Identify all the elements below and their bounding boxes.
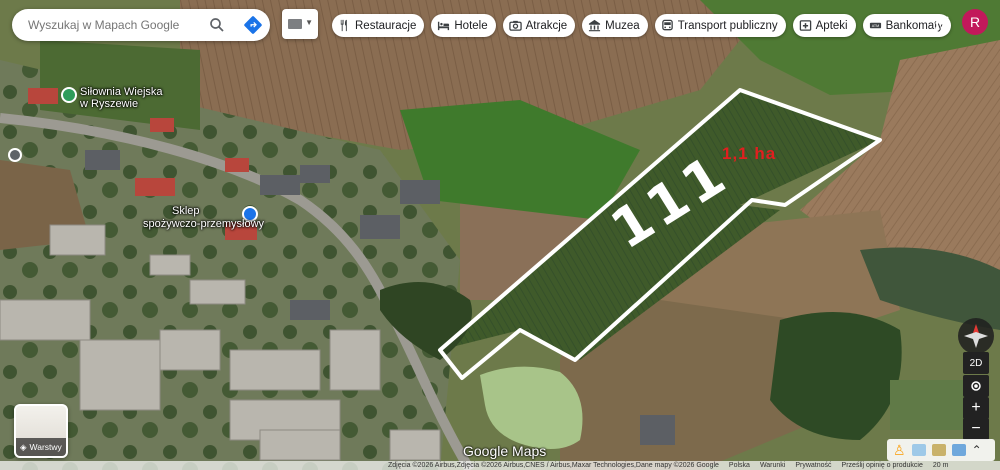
footer-link-feedback[interactable]: Prześlij opinię o produkcie bbox=[842, 462, 923, 469]
layers-bar: ◈ Warstwy bbox=[16, 438, 66, 456]
chevron-down-icon: ▼ bbox=[305, 18, 313, 27]
my-location-button[interactable] bbox=[963, 375, 989, 397]
fork-knife-icon bbox=[340, 19, 347, 32]
chip-label: Transport publiczny bbox=[677, 19, 778, 32]
camera-icon bbox=[508, 20, 522, 31]
thumbnail-icon[interactable] bbox=[931, 444, 946, 456]
pegman-icon[interactable]: ♙ bbox=[893, 442, 906, 459]
chip-restaurants[interactable]: Restauracje bbox=[332, 14, 425, 37]
account-avatar[interactable]: R bbox=[962, 9, 988, 35]
zoom-out-button[interactable]: − bbox=[963, 418, 989, 440]
pharmacy-icon bbox=[799, 20, 811, 31]
attribution-bar: Zdjęcia ©2026 Airbus,Zdjęcia ©2026 Airbu… bbox=[0, 461, 1000, 470]
tilt-2d-button[interactable]: 2D bbox=[963, 352, 989, 374]
footer-link-terms[interactable]: Warunki bbox=[760, 462, 785, 469]
chip-label: Apteki bbox=[815, 19, 848, 32]
imagery-credit: Zdjęcia ©2026 Airbus,Zdjęcia ©2026 Airbu… bbox=[388, 462, 719, 469]
chip-label: Restauracje bbox=[355, 19, 417, 32]
poi-name-line2: spożywczo-przemysłowy bbox=[143, 218, 265, 230]
svg-text:ATM: ATM bbox=[871, 24, 879, 28]
search-icon[interactable] bbox=[208, 16, 226, 34]
footer-link-country[interactable]: Polska bbox=[729, 462, 750, 469]
chip-attractions[interactable]: Atrakcje bbox=[502, 14, 576, 37]
directions-icon[interactable] bbox=[243, 15, 263, 35]
satellite-map[interactable] bbox=[0, 0, 1000, 470]
atm-icon: ATM bbox=[869, 22, 881, 29]
expand-icon[interactable]: ⌃ bbox=[972, 443, 982, 457]
poi-label-shop-line2[interactable]: spożywczo-przemysłowy bbox=[143, 218, 264, 230]
search-box[interactable] bbox=[12, 9, 270, 41]
apps-grid-icon[interactable] bbox=[935, 16, 949, 30]
layers-button[interactable]: ◈ Warstwy bbox=[14, 404, 68, 458]
zoom-in-button[interactable]: + bbox=[963, 397, 989, 419]
compass-icon bbox=[964, 324, 988, 348]
thumbnail-icon[interactable] bbox=[911, 444, 926, 456]
location-pin-icon[interactable] bbox=[8, 148, 22, 162]
scale-label: 20 m bbox=[932, 462, 949, 469]
poi-name-line1: Sklep bbox=[172, 205, 200, 217]
my-location-icon bbox=[971, 381, 981, 391]
google-maps-logo: Google Maps bbox=[463, 443, 547, 459]
compass-control[interactable] bbox=[958, 318, 994, 354]
museum-icon bbox=[589, 19, 601, 32]
chip-museums[interactable]: Muzea bbox=[582, 14, 648, 37]
chip-pharmacies[interactable]: Apteki bbox=[792, 14, 856, 37]
search-input[interactable] bbox=[28, 18, 198, 32]
bus-icon bbox=[661, 19, 673, 31]
chip-label: Atrakcje bbox=[525, 19, 568, 32]
poi-label-gym[interactable]: Siłownia Wiejska w Ryszewie bbox=[80, 86, 163, 110]
layers-label: Warstwy bbox=[29, 442, 62, 452]
poi-name-line1: Siłownia Wiejska bbox=[80, 86, 163, 98]
chip-hotels[interactable]: Hotele bbox=[431, 14, 496, 37]
map-thumbnail-icon bbox=[288, 19, 302, 29]
street-view-bar[interactable]: ♙ ⌃ bbox=[887, 439, 995, 461]
chip-public-transport[interactable]: Transport publiczny bbox=[654, 14, 786, 37]
poi-label-shop[interactable]: Sklep bbox=[172, 205, 238, 217]
chip-label: Hotele bbox=[454, 19, 488, 32]
poi-name-line2: w Ryszewie bbox=[80, 98, 139, 110]
layers-icon: ◈ bbox=[20, 441, 27, 452]
thumbnail-icon[interactable] bbox=[951, 444, 966, 456]
parcel-area-label: 1,1 ha bbox=[722, 144, 777, 163]
footer-link-privacy[interactable]: Prywatność bbox=[795, 462, 831, 469]
chip-label: Muzea bbox=[605, 19, 640, 32]
category-chips: Restauracje Hotele Atrakcje Muzea Transp… bbox=[332, 14, 952, 37]
bed-icon bbox=[438, 21, 450, 31]
map-type-button[interactable]: ▼ bbox=[282, 9, 318, 39]
gym-pin-icon[interactable] bbox=[61, 87, 77, 103]
